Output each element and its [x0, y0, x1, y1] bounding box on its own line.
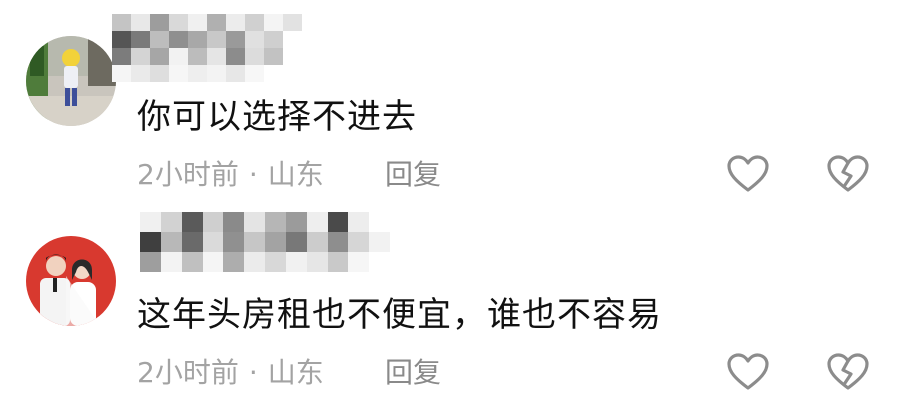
comment-item: 你可以选择不进去 2小时前 · 山东 回复	[0, 0, 901, 200]
comment-meta: 2小时前 · 山东	[137, 158, 324, 192]
avatar[interactable]	[26, 236, 116, 326]
broken-heart-icon[interactable]	[826, 352, 870, 392]
avatar-image	[26, 36, 116, 126]
avatar-image	[26, 236, 116, 326]
reply-button[interactable]: 回复	[385, 356, 441, 390]
comment-text: 这年头房租也不便宜，谁也不容易	[137, 295, 662, 335]
comment-list: 你可以选择不进去 2小时前 · 山东 回复 这年头房租也不便宜，谁也不容易 2小…	[0, 0, 901, 401]
reply-button[interactable]: 回复	[385, 158, 441, 192]
heart-outline-icon[interactable]	[726, 154, 770, 194]
heart-outline-icon[interactable]	[726, 352, 770, 392]
username-mosaic	[112, 14, 302, 82]
comment-location: 山东	[267, 356, 324, 389]
comment-item: 这年头房租也不便宜，谁也不容易 2小时前 · 山东 回复	[0, 200, 901, 401]
broken-heart-icon[interactable]	[826, 154, 870, 194]
meta-separator: ·	[248, 356, 258, 389]
username[interactable]	[140, 212, 390, 272]
username[interactable]	[112, 14, 302, 82]
username-mosaic	[140, 212, 390, 272]
meta-separator: ·	[248, 158, 258, 191]
avatar[interactable]	[26, 36, 116, 126]
comment-time: 2小时前	[137, 158, 239, 191]
comment-text: 你可以选择不进去	[137, 97, 417, 137]
comment-location: 山东	[267, 158, 324, 191]
comment-time: 2小时前	[137, 356, 239, 389]
comment-meta: 2小时前 · 山东	[137, 356, 324, 390]
